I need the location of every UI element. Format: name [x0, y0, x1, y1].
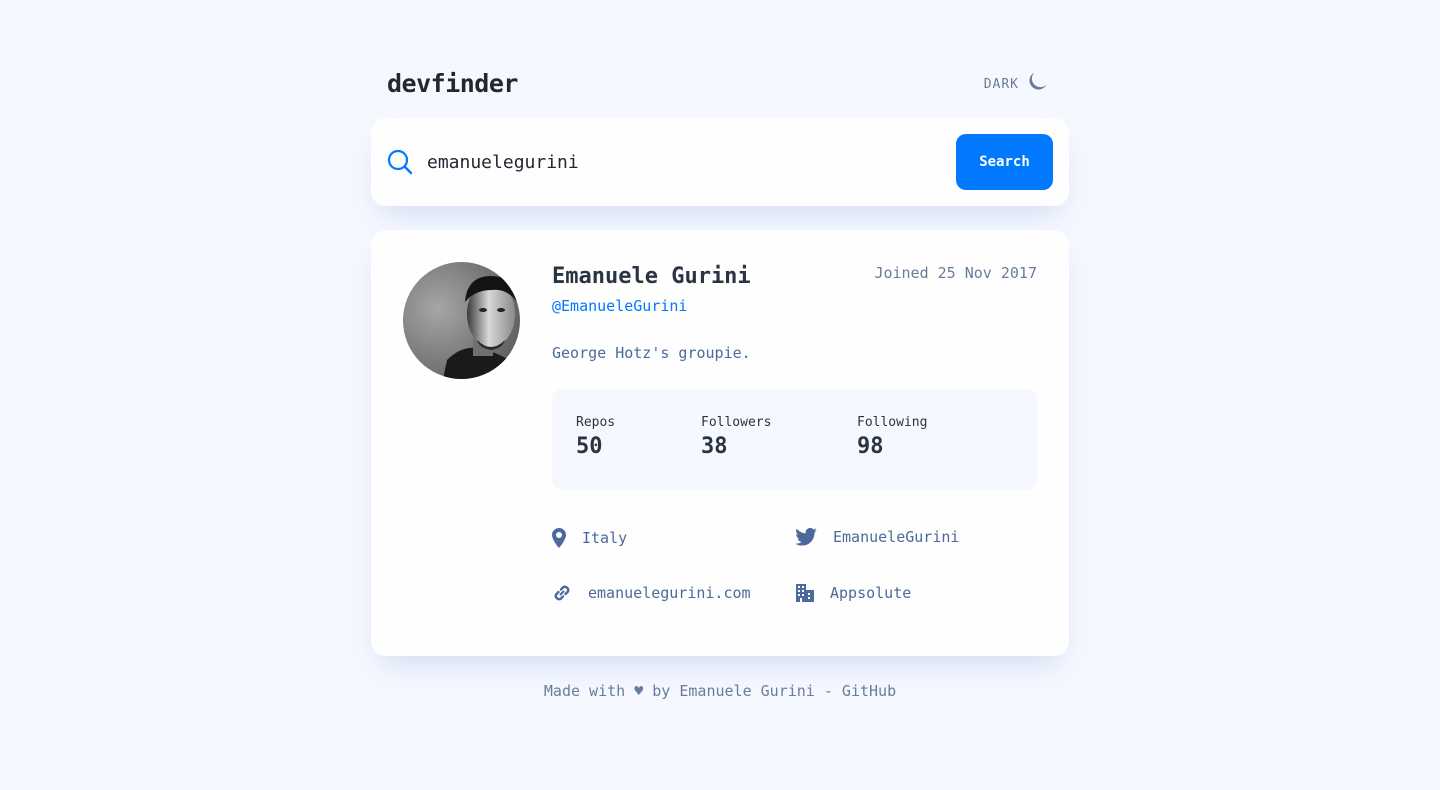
search-input[interactable]	[427, 144, 927, 180]
stat-repos: Repos 50	[576, 415, 615, 459]
stat-label: Followers	[701, 415, 772, 430]
theme-toggle-label: DARK	[983, 76, 1019, 92]
stat-value: 98	[857, 434, 884, 459]
twitter-text: EmanueleGurini	[833, 528, 960, 546]
twitter-icon	[795, 528, 817, 546]
website-text: emanuelegurini.com	[588, 584, 751, 602]
profile-card: Emanuele Gurini @EmanueleGurini Joined 2…	[371, 230, 1069, 656]
stats-panel: Repos 50 Followers 38 Following 98	[552, 389, 1037, 490]
avatar	[403, 262, 520, 379]
stat-value: 50	[576, 434, 603, 459]
company-text: Appsolute	[830, 584, 912, 602]
stat-label: Following	[857, 415, 928, 430]
location-text: Italy	[582, 529, 628, 547]
link-icon	[552, 583, 572, 603]
search-button[interactable]: Search	[956, 134, 1053, 190]
website-item[interactable]: emanuelegurini.com	[552, 583, 751, 603]
app-logo: devfinder	[387, 69, 518, 98]
footer-prefix: Made with	[543, 682, 626, 700]
joined-date: Joined 25 Nov 2017	[874, 264, 1037, 282]
search-bar: Search	[371, 118, 1069, 206]
stat-following: Following 98	[857, 415, 927, 459]
github-link[interactable]: GitHub	[842, 682, 896, 700]
location-item: Italy	[552, 528, 627, 548]
twitter-item[interactable]: EmanueleGurini	[795, 528, 959, 546]
search-icon	[387, 149, 413, 175]
header: devfinder DARK	[371, 66, 1069, 102]
profile-bio: George Hotz's groupie.	[552, 344, 751, 362]
office-building-icon	[795, 583, 815, 603]
footer: Made with ♥ by Emanuele Gurini - GitHub	[0, 682, 1440, 700]
heart-icon: ♥	[634, 682, 644, 700]
stat-followers: Followers 38	[701, 415, 771, 459]
stat-value: 38	[701, 434, 728, 459]
profile-name: Emanuele Gurini	[552, 264, 751, 289]
stat-label: Repos	[576, 415, 616, 430]
profile-handle-link[interactable]: @EmanueleGurini	[552, 297, 687, 315]
company-item: Appsolute	[795, 583, 911, 603]
location-pin-icon	[552, 528, 566, 548]
footer-author: by Emanuele Gurini -	[652, 682, 833, 700]
theme-toggle-button[interactable]: DARK	[984, 72, 1047, 96]
moon-icon	[1027, 72, 1047, 96]
